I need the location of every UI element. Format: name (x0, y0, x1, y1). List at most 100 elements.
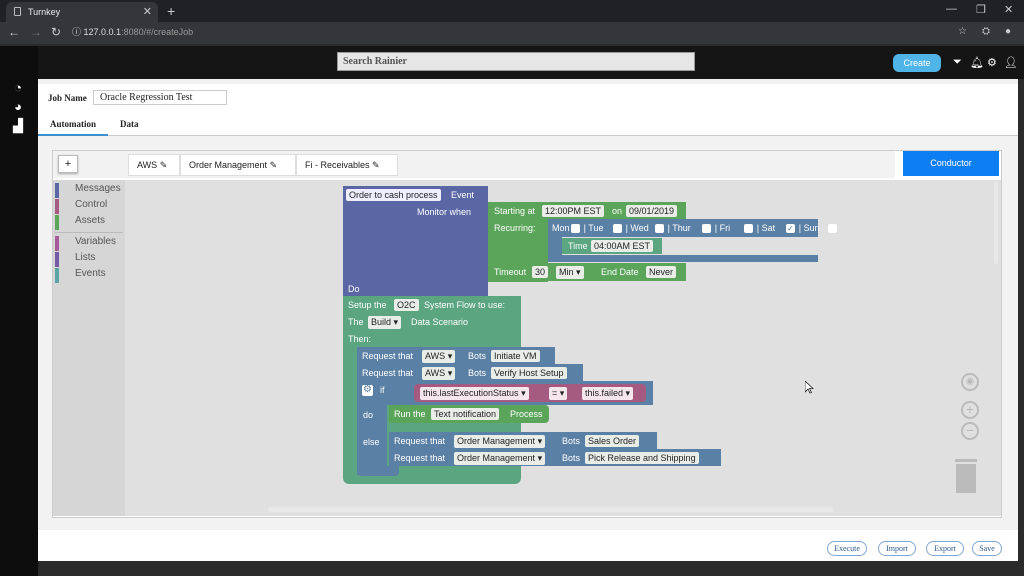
conductor-button[interactable]: Conductor (903, 151, 999, 176)
block-category-list (53, 180, 125, 516)
service-tab-order-management[interactable]: Order Management ✎ (180, 154, 296, 176)
vertical-scrollbar[interactable] (994, 182, 998, 264)
dropdown-caret-icon: ▾ (393, 317, 399, 327)
day-label: | Tue (583, 223, 604, 233)
gear-icon[interactable]: ⚙ (987, 56, 997, 69)
import-button[interactable]: Import (878, 541, 916, 556)
bots-label: Bots (468, 351, 487, 361)
end-date-label: End Date (601, 267, 639, 277)
timeout-value-field[interactable]: 30 (532, 266, 549, 278)
event-name-field[interactable]: Order to cash process (346, 189, 441, 201)
close-tab-icon[interactable]: ✕ (143, 5, 152, 18)
edit-icon[interactable]: ✎ (160, 160, 168, 170)
edit-icon[interactable]: ✎ (270, 160, 278, 170)
day-checkbox[interactable]: ✓ (785, 224, 795, 233)
day-checkbox[interactable] (827, 224, 837, 233)
create-button[interactable]: Create (893, 54, 941, 72)
request-service-dropdown[interactable]: Order Management ▾ (454, 452, 546, 465)
bot-field[interactable]: Initiate VM (491, 350, 540, 362)
condition-right-value: this.failed (585, 388, 624, 398)
time-value-field[interactable]: 04:00AM EST (591, 240, 654, 252)
execute-button[interactable]: Execute (827, 541, 867, 556)
event-block[interactable] (343, 186, 488, 296)
condition-right-dropdown[interactable]: this.failed ▾ (582, 387, 634, 400)
category-variables[interactable]: Variables (55, 236, 116, 251)
extension-icon[interactable]: ⛭ (982, 26, 990, 37)
pie-chart-icon[interactable]: ◕ (10, 99, 26, 114)
reload-icon[interactable]: ↻ (51, 25, 61, 39)
day-label: | Fri (714, 223, 731, 233)
request-service-dropdown[interactable]: AWS ▾ (422, 350, 456, 363)
save-button[interactable]: Save (972, 541, 1002, 556)
category-lists[interactable]: Lists (55, 252, 96, 267)
bot-field[interactable]: Verify Host Setup (491, 367, 567, 379)
tab-automation[interactable]: Automation (50, 119, 96, 129)
start-time-field[interactable]: 12:00PM EST (542, 205, 605, 217)
dashboard-icon[interactable]: ◔ (10, 80, 26, 95)
category-control[interactable]: Control (55, 199, 107, 214)
recurring-block-side (548, 237, 562, 255)
request-service-dropdown[interactable]: Order Management ▾ (454, 435, 546, 448)
forward-icon[interactable]: → (30, 25, 42, 39)
profile-icon[interactable]: ● (1005, 26, 1011, 37)
service-label: AWS (137, 160, 158, 170)
request-service-dropdown[interactable]: AWS ▾ (422, 367, 456, 380)
category-assets[interactable]: Assets (55, 215, 105, 230)
day-checkbox[interactable] (654, 224, 664, 233)
url-path: :8080/#/createJob (121, 27, 194, 37)
tab-data[interactable]: Data (120, 119, 139, 129)
category-events[interactable]: Events (55, 268, 106, 283)
bot-field[interactable]: Pick Release and Shipping (585, 452, 699, 464)
bell-icon[interactable]: 🔔︎ (970, 56, 984, 69)
search-input[interactable]: Search Rainier (337, 52, 695, 71)
job-name-input[interactable]: Oracle Regression Test (93, 90, 227, 105)
new-tab-icon[interactable]: + (167, 3, 175, 19)
horizontal-scrollbar[interactable] (268, 507, 833, 512)
process-name-field[interactable]: Text notification (431, 408, 500, 420)
bot-field[interactable]: Sales Order (585, 435, 640, 447)
restore-icon[interactable]: ❐ (976, 3, 986, 16)
scenario-value: Build (371, 317, 392, 327)
dropdown-caret-icon: ▾ (537, 436, 543, 446)
day-checkbox[interactable] (612, 224, 622, 233)
back-icon[interactable]: ← (8, 25, 20, 39)
browser-tab[interactable]: Turnkey ✕ (6, 2, 158, 22)
active-tab-indicator (38, 134, 108, 136)
service-value: Order Management (457, 436, 536, 446)
bookmark-star-icon[interactable]: ☆ (958, 26, 967, 37)
else-label: else (363, 437, 380, 447)
start-date-field[interactable]: 09/01/2019 (626, 205, 678, 217)
zoom-in-icon[interactable]: + (961, 401, 979, 419)
user-icon[interactable]: 👤︎ (1004, 56, 1018, 69)
minimize-icon[interactable]: — (946, 3, 957, 15)
url-field[interactable]: ⓘ 127.0.0.1:8080/#/createJob (72, 25, 193, 38)
day-checkbox[interactable] (570, 224, 580, 233)
timeout-unit-dropdown[interactable]: Min ▾ (556, 266, 584, 279)
do-branch-label: do (363, 410, 374, 420)
trash-icon[interactable] (954, 459, 978, 493)
edit-icon[interactable]: ✎ (372, 160, 380, 170)
recenter-icon[interactable]: ◉ (961, 373, 979, 391)
day-checkbox[interactable] (701, 224, 711, 233)
day-checkbox[interactable] (743, 224, 753, 233)
operator-dropdown[interactable]: = ▾ (549, 387, 568, 400)
scenario-dropdown[interactable]: Build ▾ (368, 316, 402, 329)
service-tab-fi-receivables[interactable]: Fi - Receivables ✎ (296, 154, 398, 176)
condition-left-dropdown[interactable]: this.lastExecutionStatus ▾ (420, 387, 529, 400)
end-date-field[interactable]: Never (646, 266, 677, 278)
on-label: on (612, 206, 623, 216)
filter-icon[interactable]: ⏷ (953, 56, 962, 69)
gear-icon[interactable]: ⚙ (362, 385, 373, 396)
area-chart-icon[interactable]: ▟ (10, 118, 26, 133)
dropdown-caret-icon: ▾ (576, 267, 581, 277)
setup-flow-field[interactable]: O2C (394, 299, 419, 311)
zoom-out-icon[interactable]: − (961, 422, 979, 440)
scenario-suffix: Data Scenario (411, 317, 469, 327)
category-messages[interactable]: Messages (55, 183, 121, 198)
add-service-button[interactable]: + (58, 155, 78, 173)
export-button[interactable]: Export (926, 541, 964, 556)
service-tab-aws[interactable]: AWS ✎ (128, 154, 180, 176)
operator-value: = (552, 388, 558, 398)
tabs-row (38, 114, 1018, 136)
window-close-icon[interactable]: ✕ (1004, 3, 1013, 16)
